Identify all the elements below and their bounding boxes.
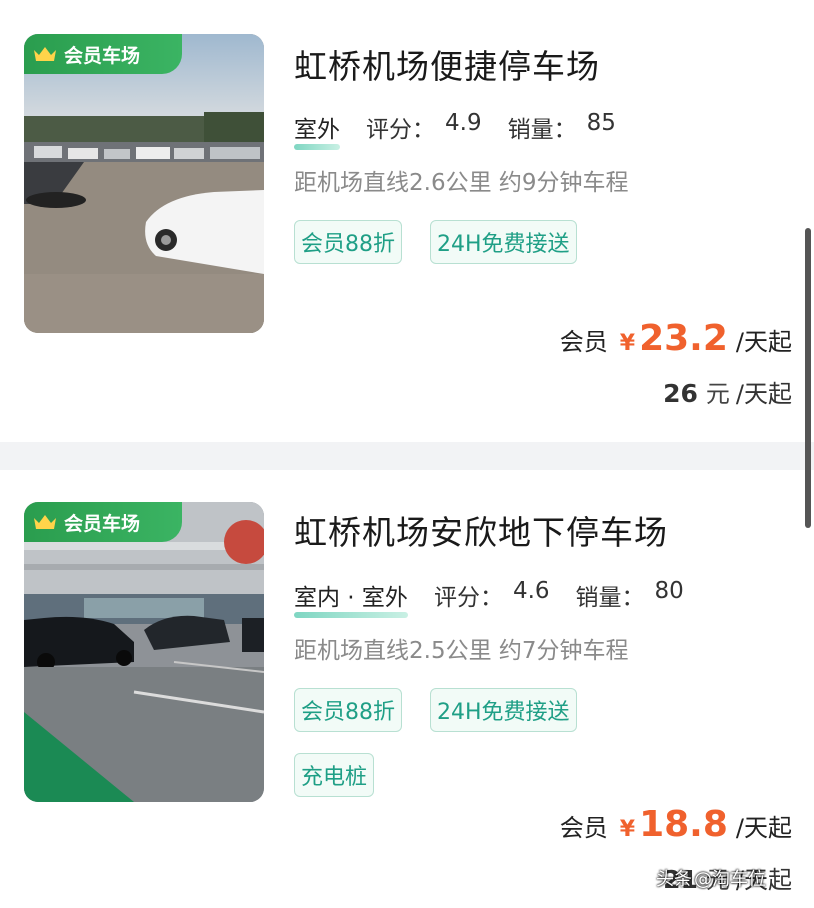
badge-label: 会员车场 [64, 44, 141, 67]
listing-title[interactable]: 虹桥机场便捷停车场 [294, 40, 600, 88]
watermark-prefix: 头条 [656, 869, 692, 890]
underground-parking-image [24, 502, 264, 802]
rating-value: 4.9 [445, 110, 482, 136]
sales-label: 销量： [575, 585, 645, 611]
member-price: 23.2 [639, 318, 728, 359]
card-separator [0, 442, 814, 470]
member-price-label: 会员 [559, 328, 608, 356]
crown-icon [34, 47, 56, 61]
charging-tag: 充电桩 [294, 753, 375, 797]
badge-label: 会员车场 [64, 512, 141, 535]
environment-label: 室外 [294, 110, 340, 150]
regular-currency: 元 [705, 380, 730, 408]
listing-meta: 室内 · 室外 评分： 4.6 销量： 80 [294, 578, 684, 618]
rating-label: 评分： [366, 117, 435, 143]
sales-label: 销量： [507, 117, 577, 143]
member-price-row: 会员 ¥ 23.2 /天起 [560, 318, 792, 359]
crown-icon [34, 515, 56, 529]
parking-listing-card[interactable]: 会员车场 虹桥机场安欣地下停车场 室内 · 室外 评分： 4.6 销量： 80 … [0, 470, 814, 908]
member-lot-badge: 会员车场 [24, 34, 182, 74]
distance-info: 距机场直线2.5公里 约7分钟车程 [294, 638, 629, 664]
shuttle-tag: 24H免费接送 [430, 688, 577, 732]
listing-title[interactable]: 虹桥机场安欣地下停车场 [294, 506, 668, 554]
parking-lot-photo[interactable]: 会员车场 [24, 34, 264, 333]
watermark: 头条 @淘车位 [656, 865, 766, 891]
watermark-account: @淘车位 [694, 869, 766, 890]
regular-price: 26 [663, 379, 698, 408]
discount-tag: 会员88折 [294, 688, 402, 732]
discount-tag: 会员88折 [294, 220, 402, 264]
scrollbar[interactable] [805, 228, 811, 528]
sales-value: 80 [654, 578, 684, 604]
sales-value: 85 [586, 110, 616, 136]
listing-meta: 室外 评分： 4.9 销量： 85 [294, 110, 616, 150]
parking-listing-card[interactable]: 会员车场 虹桥机场便捷停车场 室外 评分： 4.9 销量： 85 距机场直线2.… [0, 0, 814, 442]
regular-price-row: 26 元 /天起 [663, 374, 792, 409]
price-unit: /天起 [735, 814, 792, 842]
outdoor-parking-image [24, 34, 264, 333]
rating-value: 4.6 [512, 578, 550, 604]
member-price-row: 会员 ¥ 18.8 /天起 [560, 804, 792, 845]
currency-symbol: ¥ [619, 331, 636, 356]
environment-label: 室内 · 室外 [294, 578, 408, 618]
member-lot-badge: 会员车场 [24, 502, 182, 542]
rating-label: 评分： [433, 585, 503, 611]
currency-symbol: ¥ [619, 817, 636, 842]
parking-lot-photo[interactable]: 会员车场 [24, 502, 264, 802]
member-price: 18.8 [639, 804, 728, 845]
member-price-label: 会员 [559, 814, 608, 842]
price-unit: /天起 [735, 328, 792, 356]
regular-price-unit: /天起 [735, 380, 792, 408]
distance-info: 距机场直线2.6公里 约9分钟车程 [294, 170, 629, 196]
shuttle-tag: 24H免费接送 [430, 220, 577, 264]
